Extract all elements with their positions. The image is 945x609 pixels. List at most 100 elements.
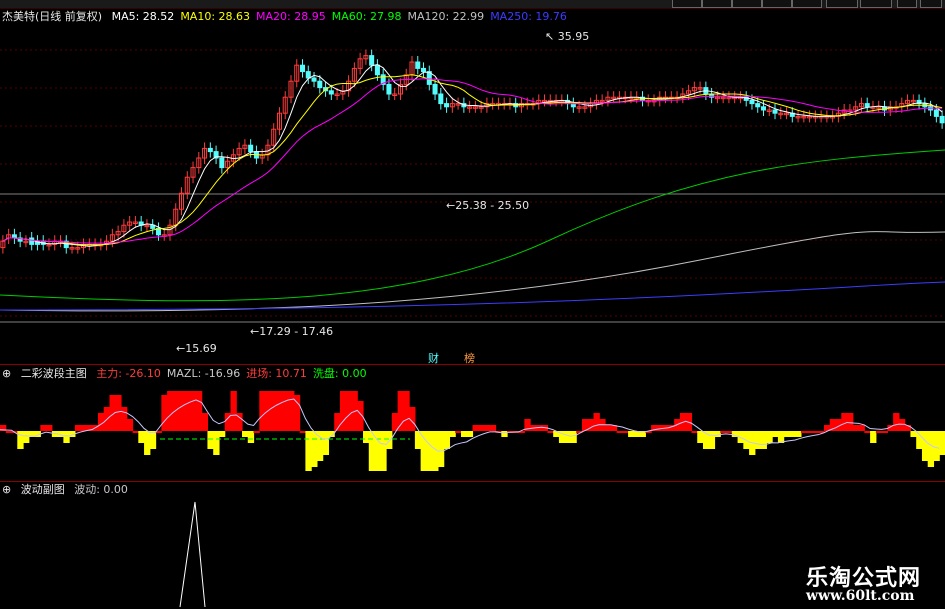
wave-bar bbox=[207, 431, 214, 449]
candle bbox=[305, 71, 311, 79]
ma120-line bbox=[0, 231, 945, 312]
wave-bar bbox=[380, 431, 387, 471]
wave-bar bbox=[420, 431, 427, 471]
candle bbox=[328, 90, 334, 95]
candle bbox=[219, 157, 225, 169]
sub-field-item: 波动: 0.00 bbox=[74, 483, 128, 496]
toolbar-button[interactable] bbox=[672, 0, 702, 8]
wave-bar bbox=[616, 431, 623, 433]
wave-bar bbox=[386, 431, 393, 449]
wave-bar bbox=[339, 391, 347, 431]
wave-bar bbox=[898, 419, 906, 431]
candle bbox=[755, 103, 761, 108]
wave-bar bbox=[138, 431, 145, 443]
wave-bar bbox=[484, 425, 491, 431]
toolbar-button[interactable] bbox=[897, 0, 917, 8]
candle bbox=[421, 67, 427, 73]
annotation-low-range: ←17.29 - 17.46 bbox=[250, 325, 333, 338]
wave-bar bbox=[933, 431, 940, 461]
wave-bar bbox=[772, 431, 779, 437]
wave-bar bbox=[939, 431, 945, 455]
wave-bar bbox=[80, 425, 88, 431]
wave-bar bbox=[213, 431, 220, 455]
wave-bar bbox=[403, 391, 410, 431]
candle bbox=[432, 83, 438, 95]
wave-bar bbox=[311, 431, 318, 467]
wave-bar bbox=[288, 391, 295, 431]
candle bbox=[749, 99, 755, 105]
wave-bar bbox=[167, 391, 174, 431]
wave-bar bbox=[697, 431, 704, 443]
sub-header: ⊕ 波动副图 波动: 0.00 bbox=[2, 483, 140, 497]
annotation-low: ←15.69 bbox=[176, 342, 217, 355]
wave-bar bbox=[806, 431, 814, 433]
wave-bar bbox=[501, 431, 508, 437]
wave-bar bbox=[864, 431, 871, 433]
wave-bar bbox=[893, 413, 900, 431]
wave-bar bbox=[74, 425, 82, 431]
indicator-field-item: 洗盘: 0.00 bbox=[312, 367, 367, 380]
candle bbox=[415, 61, 421, 69]
indicator-icon[interactable]: ⊕ bbox=[2, 367, 11, 380]
ma5-line bbox=[2, 64, 943, 247]
wave-bar bbox=[777, 431, 785, 443]
candle bbox=[933, 109, 939, 117]
wave-bar bbox=[472, 425, 479, 431]
toolbar-button[interactable] bbox=[792, 0, 822, 8]
wave-bar bbox=[149, 431, 157, 449]
candle bbox=[438, 93, 444, 105]
wave-bar bbox=[593, 413, 600, 431]
wave-bar bbox=[253, 431, 260, 433]
candle bbox=[369, 55, 375, 66]
sub-chart[interactable] bbox=[0, 497, 945, 609]
sub-title: 波动副图 bbox=[20, 483, 65, 496]
mazl-line bbox=[0, 398, 940, 452]
candle bbox=[760, 106, 767, 111]
wave-bar bbox=[622, 431, 629, 433]
toolbar-button[interactable] bbox=[732, 0, 762, 8]
indicator-chart[interactable] bbox=[0, 381, 945, 481]
wave-bar bbox=[478, 425, 485, 431]
wave-bar bbox=[363, 431, 370, 443]
sub-fields: 波动: 0.00 bbox=[74, 483, 134, 496]
indicator-fields: 主力: -26.10 MAZL: -16.96 进场: 10.71 洗盘: 0.00 bbox=[96, 367, 372, 380]
candle bbox=[248, 144, 254, 153]
candle bbox=[29, 237, 35, 245]
wave-bar bbox=[881, 431, 888, 433]
toolbar-button[interactable] bbox=[920, 0, 942, 8]
toolbar-button[interactable] bbox=[762, 0, 792, 8]
candle bbox=[864, 103, 870, 108]
toolbar-button[interactable] bbox=[826, 0, 858, 8]
wave-bar bbox=[97, 413, 105, 431]
wave-bar bbox=[126, 419, 134, 431]
candle bbox=[299, 64, 306, 73]
main-price-chart[interactable]: ↖ 35.95 ←25.38 - 25.50 ←17.29 - 17.46 ←15.6… bbox=[0, 10, 945, 362]
indicator-header: ⊕ 二彩波段主图 主力: -26.10 MAZL: -16.96 进场: 10.71… bbox=[2, 367, 379, 381]
wave-bar bbox=[910, 431, 917, 437]
toolbar-button[interactable] bbox=[860, 0, 892, 8]
wave-bar bbox=[547, 431, 554, 433]
annotation-high: ↖ 35.95 bbox=[545, 30, 589, 43]
wave-bar bbox=[800, 431, 808, 433]
wave-bar bbox=[691, 431, 698, 433]
wave-bar bbox=[455, 431, 462, 433]
wave-bar bbox=[564, 431, 572, 443]
wave-bar bbox=[161, 395, 168, 431]
wave-bar bbox=[46, 425, 53, 431]
wave-bar bbox=[570, 431, 577, 443]
wave-bar bbox=[870, 431, 877, 443]
candle bbox=[207, 147, 213, 153]
wave-bar bbox=[17, 431, 24, 449]
wave-bar bbox=[282, 391, 289, 431]
wave-spike bbox=[179, 501, 206, 608]
wave-bar bbox=[368, 431, 376, 471]
indicator-field-item: 主力: -26.10 bbox=[96, 367, 161, 380]
wave-bar bbox=[783, 431, 790, 437]
candle bbox=[311, 77, 317, 82]
toolbar-button[interactable] bbox=[702, 0, 732, 8]
wave-bar bbox=[426, 431, 433, 471]
wave-bar bbox=[391, 413, 399, 431]
wave-bar bbox=[726, 431, 733, 433]
wave-bar bbox=[875, 431, 883, 433]
sub-icon[interactable]: ⊕ bbox=[2, 483, 11, 496]
